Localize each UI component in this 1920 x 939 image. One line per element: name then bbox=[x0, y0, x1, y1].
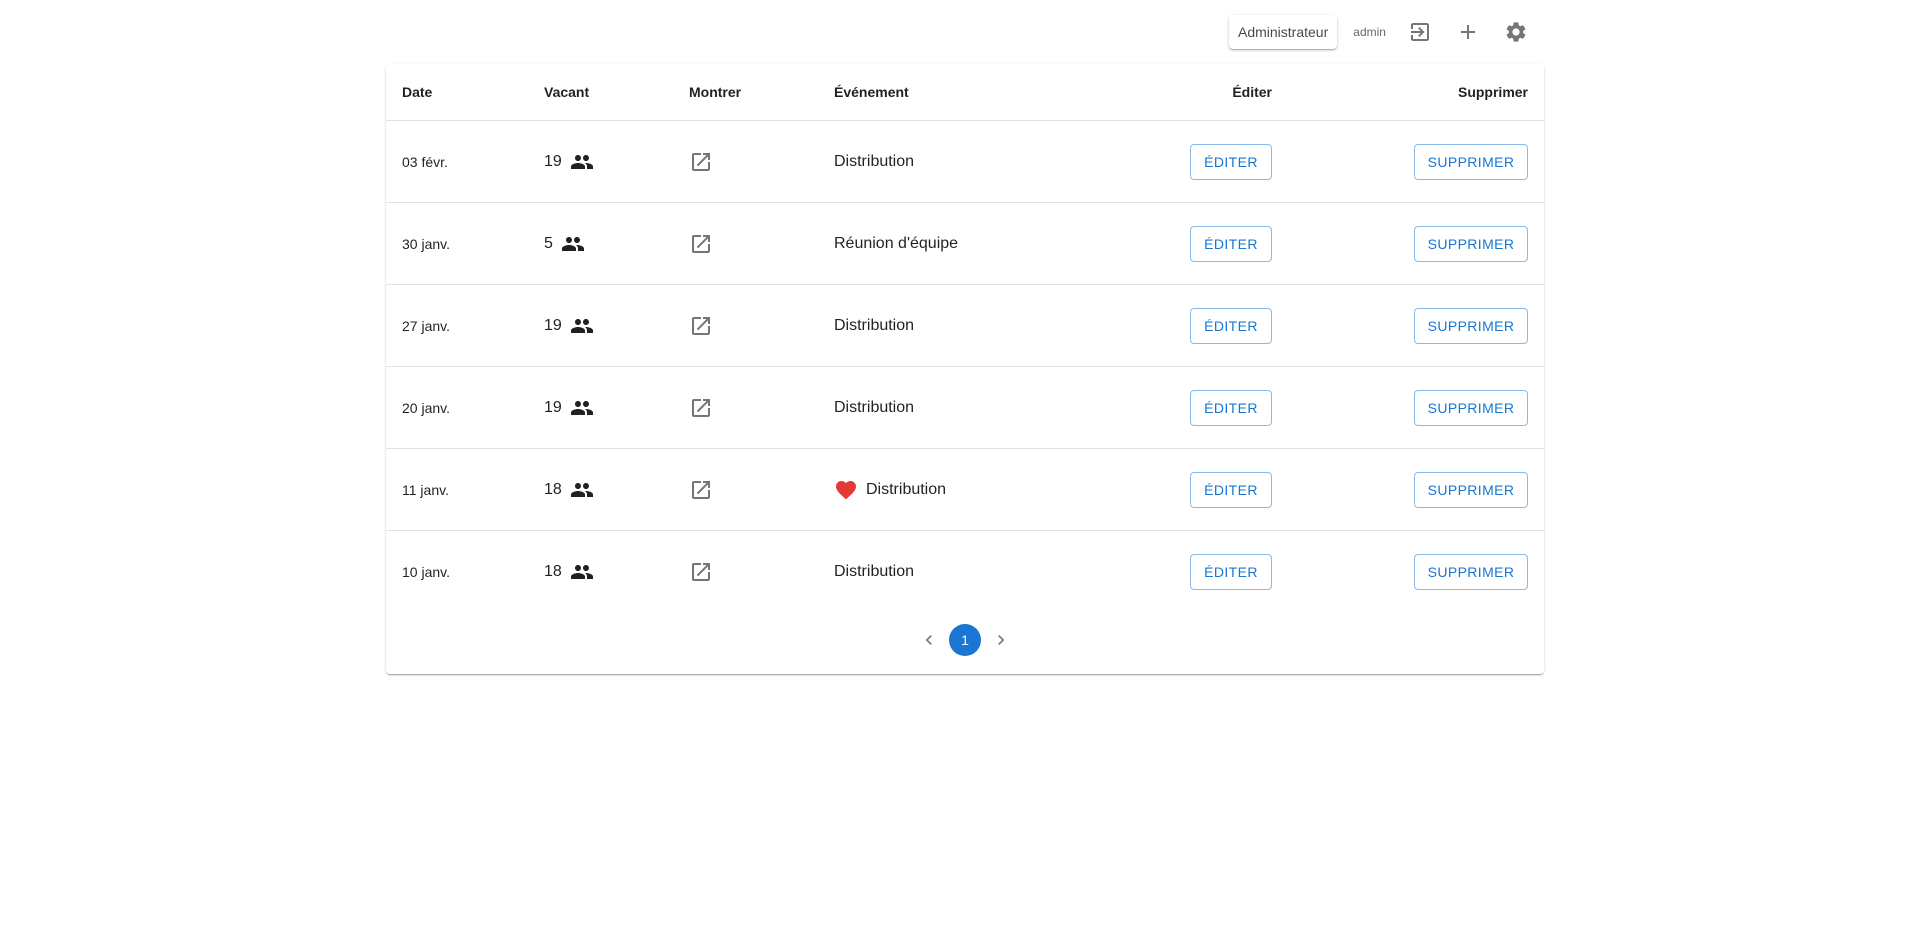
table-row: 11 janv. 18 Distribution ÉDITER SUPPRIME… bbox=[386, 449, 1544, 531]
people-icon bbox=[570, 150, 594, 174]
vacant-count: 19 bbox=[544, 152, 562, 170]
next-page-button[interactable] bbox=[985, 624, 1017, 656]
column-header-date: Date bbox=[402, 84, 433, 100]
vacant-count: 19 bbox=[544, 398, 562, 416]
add-button[interactable] bbox=[1444, 15, 1492, 49]
row-date: 10 janv. bbox=[402, 563, 450, 580]
delete-button[interactable]: SUPPRIMER bbox=[1414, 471, 1528, 508]
column-header-show: Montrer bbox=[689, 84, 742, 100]
delete-button[interactable]: SUPPRIMER bbox=[1414, 389, 1528, 426]
people-icon bbox=[570, 396, 594, 420]
page-number-current[interactable]: 1 bbox=[949, 624, 981, 656]
edit-button[interactable]: ÉDITER bbox=[1190, 553, 1272, 590]
column-header-delete: Supprimer bbox=[1457, 84, 1528, 100]
edit-button[interactable]: ÉDITER bbox=[1190, 471, 1272, 508]
event-name: Distribution bbox=[834, 152, 915, 170]
people-icon bbox=[570, 478, 594, 502]
row-date: 20 janv. bbox=[402, 399, 450, 416]
open-in-new-icon[interactable] bbox=[689, 232, 713, 256]
edit-button[interactable]: ÉDITER bbox=[1190, 225, 1272, 262]
table-header: Date Vacant Montrer Événement Éditer Sup… bbox=[386, 64, 1544, 121]
event-name: Distribution bbox=[866, 480, 947, 498]
chevron-left-icon bbox=[925, 635, 932, 645]
row-date: 03 févr. bbox=[402, 153, 448, 170]
event-name: Distribution bbox=[834, 562, 915, 580]
pagination: 1 bbox=[386, 624, 1544, 656]
logout-button[interactable] bbox=[1396, 15, 1444, 49]
settings-button[interactable] bbox=[1492, 15, 1540, 49]
event-name: Distribution bbox=[834, 316, 915, 334]
chevron-right-icon bbox=[998, 635, 1005, 645]
row-vacant: 18 bbox=[544, 478, 594, 502]
column-header-event: Événement bbox=[834, 84, 909, 100]
settings-icon bbox=[1506, 22, 1526, 42]
row-event: Réunion d'équipe bbox=[834, 235, 958, 253]
table-row: 27 janv. 19 Distribution ÉDITER SUPPRIME… bbox=[386, 285, 1544, 367]
top-toolbar: Administrateur admin bbox=[1229, 15, 1540, 49]
people-icon bbox=[570, 314, 594, 338]
delete-button[interactable]: SUPPRIMER bbox=[1414, 143, 1528, 180]
delete-button[interactable]: SUPPRIMER bbox=[1414, 553, 1528, 590]
vacant-count: 19 bbox=[544, 316, 562, 334]
open-in-new-icon[interactable] bbox=[689, 478, 713, 502]
open-in-new-icon[interactable] bbox=[689, 314, 713, 338]
row-vacant: 5 bbox=[544, 232, 585, 256]
vacant-count: 5 bbox=[544, 234, 553, 252]
delete-button[interactable]: SUPPRIMER bbox=[1414, 307, 1528, 344]
open-in-new-icon[interactable] bbox=[689, 396, 713, 420]
open-in-new-icon[interactable] bbox=[689, 150, 713, 174]
row-vacant: 19 bbox=[544, 396, 594, 420]
role-button[interactable]: Administrateur bbox=[1229, 15, 1338, 49]
table-row: 20 janv. 19 Distribution ÉDITER SUPPRIME… bbox=[386, 367, 1544, 449]
people-icon bbox=[561, 232, 585, 256]
vacant-count: 18 bbox=[544, 562, 562, 580]
logout-icon bbox=[1410, 23, 1429, 41]
vacant-count: 18 bbox=[544, 480, 562, 498]
table-row: 10 janv. 18 Distribution ÉDITER SUPPRIME… bbox=[386, 531, 1544, 612]
username-label: admin bbox=[1353, 25, 1386, 39]
row-vacant: 18 bbox=[544, 560, 594, 584]
events-table-card: Date Vacant Montrer Événement Éditer Sup… bbox=[386, 64, 1544, 674]
row-vacant: 19 bbox=[544, 150, 594, 174]
add-icon bbox=[1460, 25, 1475, 39]
column-header-vacant: Vacant bbox=[544, 84, 590, 100]
row-event: Distribution bbox=[834, 563, 914, 581]
edit-button[interactable]: ÉDITER bbox=[1190, 307, 1272, 344]
event-name: Réunion d'équipe bbox=[834, 234, 959, 252]
open-in-new-icon[interactable] bbox=[689, 560, 713, 584]
row-event: Distribution bbox=[834, 478, 946, 502]
column-header-edit: Éditer bbox=[1232, 84, 1272, 100]
row-date: 27 janv. bbox=[402, 317, 450, 334]
event-name: Distribution bbox=[834, 398, 915, 416]
row-event: Distribution bbox=[834, 153, 914, 171]
edit-button[interactable]: ÉDITER bbox=[1190, 389, 1272, 426]
heart-icon bbox=[834, 478, 858, 502]
delete-button[interactable]: SUPPRIMER bbox=[1414, 225, 1528, 262]
table-row: 03 févr. 19 Distribution ÉDITER SUPPRIME… bbox=[386, 121, 1544, 203]
row-event: Distribution bbox=[834, 317, 914, 335]
row-date: 30 janv. bbox=[402, 235, 450, 252]
edit-button[interactable]: ÉDITER bbox=[1190, 143, 1272, 180]
row-event: Distribution bbox=[834, 399, 914, 417]
previous-page-button[interactable] bbox=[913, 624, 945, 656]
table-row: 30 janv. 5 Réunion d'équipe ÉDITER SUPPR… bbox=[386, 203, 1544, 285]
people-icon bbox=[570, 560, 594, 584]
row-vacant: 19 bbox=[544, 314, 594, 338]
row-date: 11 janv. bbox=[402, 481, 449, 498]
